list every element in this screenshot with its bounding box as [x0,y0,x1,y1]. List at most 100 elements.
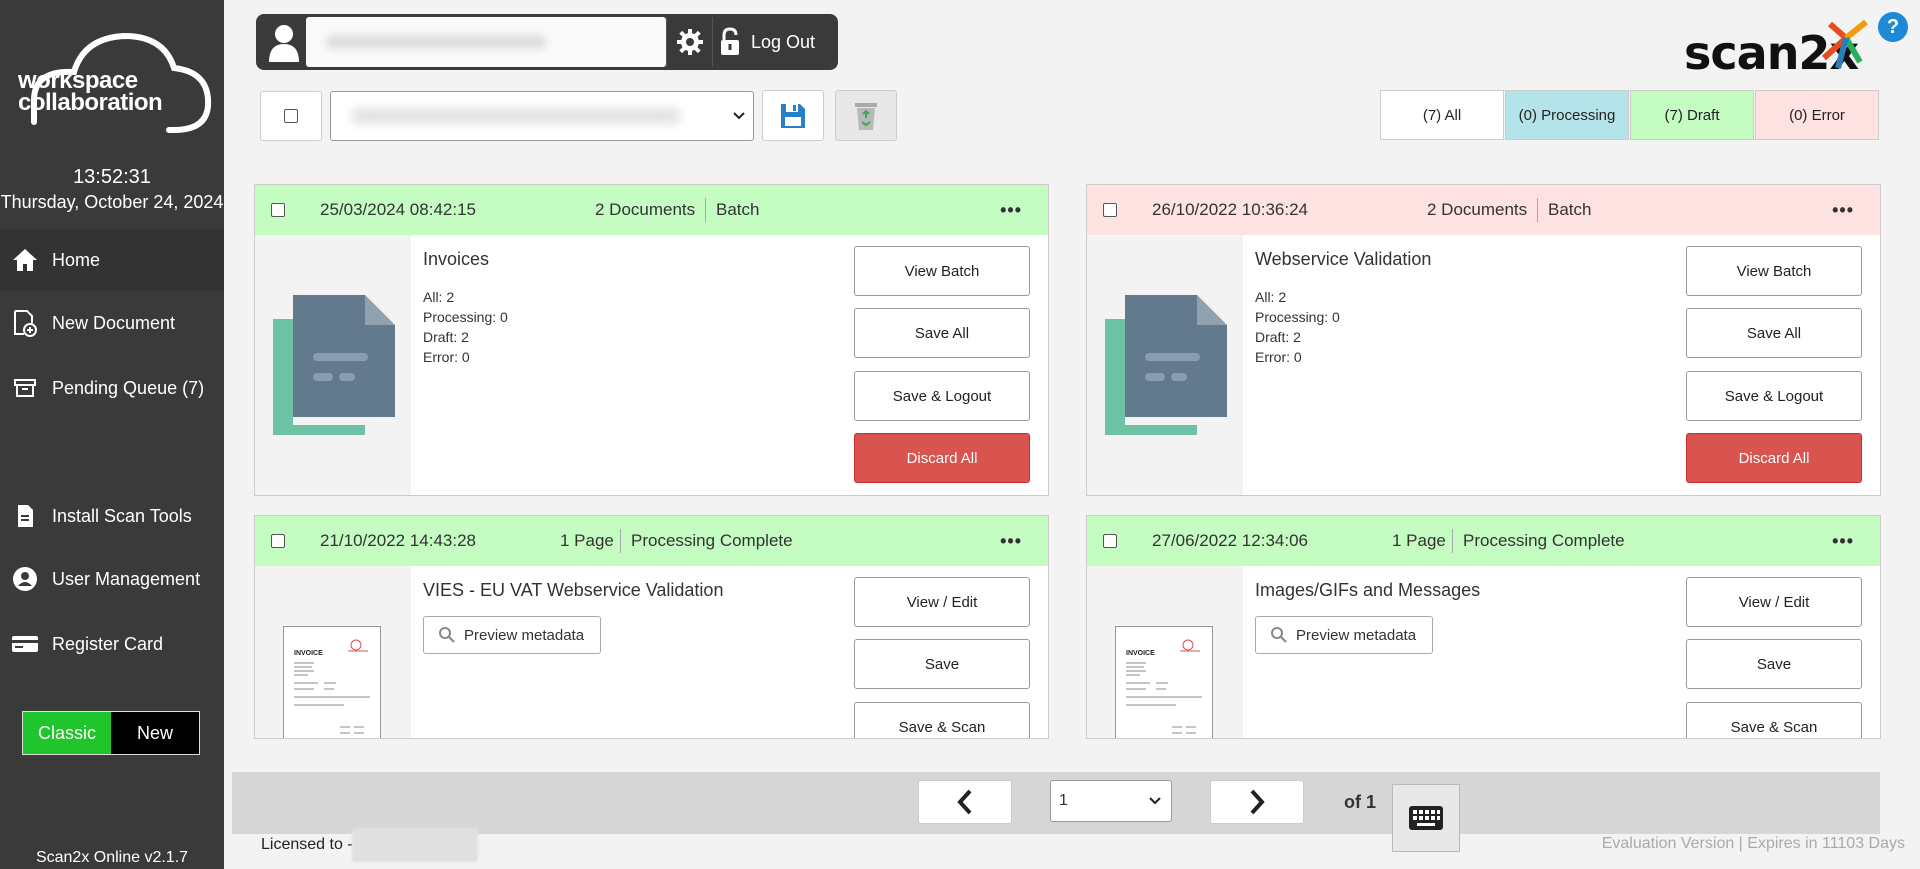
discard-all-button[interactable]: Discard All [854,433,1030,483]
svg-text:INVOICE: INVOICE [1126,650,1155,657]
card-checkbox[interactable] [271,534,285,548]
sidebar-item-label: Pending Queue (7) [52,377,205,398]
view-batch-button[interactable]: View Batch [1686,246,1862,296]
sidebar-item-label: New Document [52,312,176,333]
document-stack-icon [1087,235,1243,495]
sidebar-item-label: Home [52,249,101,270]
ui-mode-toggle: Classic New [22,711,200,755]
view-edit-button[interactable]: View / Edit [1686,577,1862,627]
more-options-icon[interactable]: ••• [1832,531,1854,552]
more-options-icon[interactable]: ••• [1000,531,1022,552]
save-selected-button[interactable] [762,90,824,141]
card-stats: All: 2 Processing: 0 Draft: 2 Error: 0 [1255,289,1340,365]
card-title: VIES - EU VAT Webservice Validation [423,580,724,600]
discard-selected-button[interactable] [835,90,897,141]
sidebar-item-user-management[interactable]: User Management [0,548,224,610]
keyboard-button[interactable] [1392,784,1460,852]
lock-icon [721,27,739,55]
card-kind: Processing Complete [631,531,793,550]
floppy-disk-icon [781,103,805,128]
logout-label: Log Out [751,31,816,52]
invoice-thumbnail[interactable]: INVOICE [1087,566,1243,738]
queue-card: 25/03/2024 08:42:15 2 Documents Batch ••… [254,184,1049,496]
svg-text:INVOICE: INVOICE [294,650,323,657]
evaluation-notice: Evaluation Version | Expires in 11103 Da… [1601,835,1905,852]
save-logout-button[interactable]: Save & Logout [854,371,1030,421]
more-options-icon[interactable]: ••• [1000,200,1022,221]
license-label: Licensed to - [261,836,353,853]
preview-label: Preview metadata [464,626,585,644]
user-bar: Log Out [256,14,838,70]
sidebar-item-label: Install Scan Tools [52,505,192,526]
card-date: 27/06/2022 12:34:06 [1152,531,1308,550]
view-batch-button[interactable]: View Batch [854,246,1030,296]
view-edit-button[interactable]: View / Edit [854,577,1030,627]
app-version: Scan2x Online v2.1.7 [35,849,189,866]
page-select[interactable]: 1 [1050,780,1172,822]
card-stats: All: 2 Processing: 0 Draft: 2 Error: 0 [423,289,508,365]
save-all-button[interactable]: Save All [854,308,1030,358]
sidebar-item-home[interactable]: Home [0,229,224,291]
settings-gear-icon[interactable] [666,17,712,67]
save-scan-button[interactable]: Save & Scan [854,702,1030,738]
save-all-button[interactable]: Save All [1686,308,1862,358]
next-page-button[interactable] [1210,780,1304,824]
sidebar: workspace collaboration 13:52:31 Thursda… [0,0,224,869]
card-title: Invoices [423,249,490,269]
filter-processing[interactable]: (0) Processing [1505,90,1629,140]
clock: 13:52:31 Thursday, October 24, 2024 [0,164,224,214]
sidebar-item-pending-queue[interactable]: Pending Queue (7) [0,357,224,419]
username-field[interactable] [306,17,666,67]
magnifier-icon [439,627,455,643]
chevron-down-icon [1149,797,1161,805]
card-date: 25/03/2024 08:42:15 [320,200,476,219]
help-button[interactable]: ? [1878,12,1908,42]
preview-label: Preview metadata [1296,626,1417,644]
sidebar-item-register-card[interactable]: Register Card [0,613,224,675]
select-all-checkbox-box[interactable] [260,91,322,141]
magnifier-icon [1271,627,1287,643]
invoice-thumbnail[interactable]: INVOICE [255,566,411,738]
user-avatar-icon [264,22,304,62]
select-all-checkbox[interactable] [284,109,298,123]
recycle-bin-icon [855,102,877,130]
card-checkbox[interactable] [271,203,285,217]
sidebar-item-label: User Management [52,568,201,589]
filter-error[interactable]: (0) Error [1755,90,1879,140]
logout-button[interactable]: Log Out [712,17,821,67]
sidebar-item-install-scan-tools[interactable]: Install Scan Tools [0,485,224,547]
queue-card: 27/06/2022 12:34:06 1 Page Processing Co… [1086,515,1881,739]
save-button[interactable]: Save [1686,639,1862,689]
preview-metadata-button[interactable]: Preview metadata [1255,616,1433,654]
file-icon [10,501,40,531]
more-options-icon[interactable]: ••• [1832,200,1854,221]
card-count: 1 Page [560,531,614,550]
filter-draft[interactable]: (7) Draft [1630,90,1754,140]
scan2x-logo: scan2x [1684,18,1874,80]
clock-time: 13:52:31 [73,166,151,188]
card-icon [10,629,40,659]
card-title: Images/GIFs and Messages [1255,580,1481,600]
queue-card: 26/10/2022 10:36:24 2 Documents Batch ••… [1086,184,1881,496]
card-date: 21/10/2022 14:43:28 [320,531,476,550]
page-total: of 1 [1344,792,1377,812]
classic-mode-button[interactable]: Classic [23,712,111,754]
card-checkbox[interactable] [1103,203,1117,217]
card-count: 2 Documents [1427,200,1528,219]
filter-all[interactable]: (7) All [1380,90,1504,140]
discard-all-button[interactable]: Discard All [1686,433,1862,483]
chevron-right-icon [1250,789,1265,815]
previous-page-button[interactable] [918,780,1012,824]
action-select[interactable] [330,91,754,141]
preview-metadata-button[interactable]: Preview metadata [423,616,601,654]
save-scan-button[interactable]: Save & Scan [1686,702,1862,738]
new-mode-button[interactable]: New [111,712,199,754]
card-checkbox[interactable] [1103,534,1117,548]
new-document-icon [10,308,40,338]
workspace-collaboration-logo: workspace collaboration [14,30,214,140]
card-count: 2 Documents [595,200,696,219]
save-logout-button[interactable]: Save & Logout [1686,371,1862,421]
save-button[interactable]: Save [854,639,1030,689]
keyboard-icon [1409,806,1443,830]
sidebar-item-new-document[interactable]: New Document [0,292,224,354]
